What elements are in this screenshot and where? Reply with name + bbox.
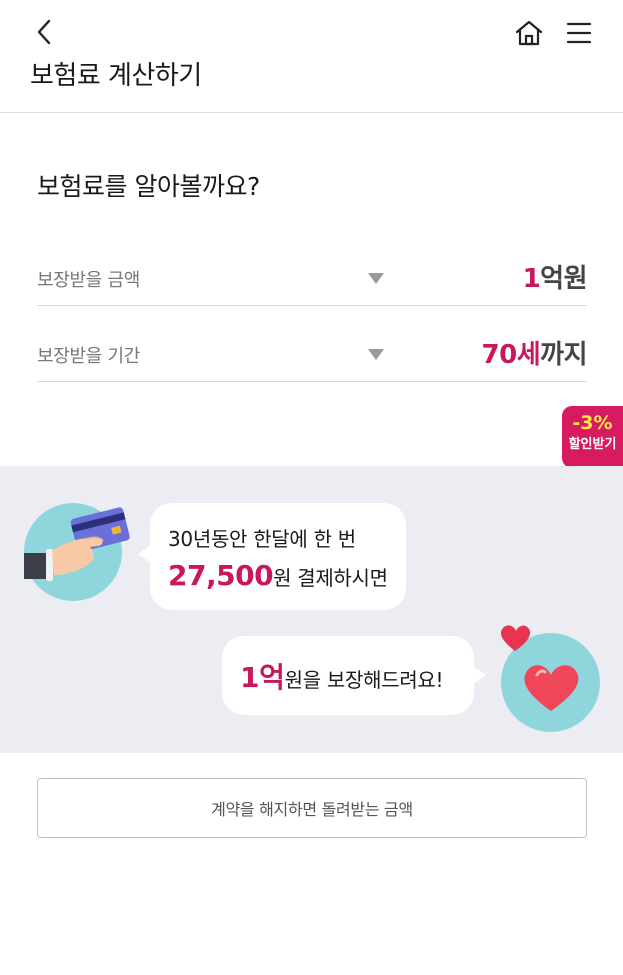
menu-button[interactable]: [564, 16, 594, 50]
coverage-period-select[interactable]: 보장받을 기간 70세까지: [37, 324, 587, 382]
app-header: 보험료 계산하기: [0, 0, 623, 113]
coverage-bubble: 1억원을 보장해드려요!: [222, 636, 486, 715]
page-title: 보험료 계산하기: [30, 61, 202, 91]
hearts-icon: [500, 625, 579, 711]
card-payment-illustration: [24, 503, 130, 601]
calculator-question: 보험료를 알아볼까요?: [37, 172, 260, 201]
monthly-payment-bubble: 30년동안 한달에 한 번 27,500원 결제하시면: [138, 503, 406, 610]
dropdown-arrow-icon: [368, 273, 384, 284]
coverage-text: 1억원을 보장해드려요!: [240, 656, 444, 696]
premium-summary-banner: 30년동안 한달에 한 번 27,500원 결제하시면 1억원을 보장해드려요!: [0, 466, 623, 753]
discount-percent: -3%: [572, 412, 613, 434]
dropdown-arrow-icon: [368, 349, 384, 360]
payment-amount-text: 27,500원 결제하시면: [168, 559, 388, 592]
payment-amount-suffix: 원 결제하시면: [273, 566, 388, 590]
coverage-amount-unit: 억원: [540, 264, 587, 294]
home-button[interactable]: [512, 16, 546, 50]
coverage-suffix: 원을 보장해드려요!: [284, 668, 444, 692]
refund-amount-button[interactable]: 계약을 해지하면 돌려받는 금액: [37, 778, 587, 838]
hand-holding-card-icon: [24, 507, 130, 581]
chevron-left-icon: [37, 19, 51, 45]
hamburger-menu-icon: [566, 22, 592, 44]
home-icon: [515, 20, 543, 46]
discount-tab[interactable]: -3% 할인받기: [562, 406, 623, 468]
coverage-amount-select[interactable]: 보장받을 금액 1억원: [37, 248, 587, 306]
coverage-period-unit: 까지: [540, 340, 587, 370]
back-button[interactable]: [28, 16, 60, 48]
coverage-amount-number: 1: [522, 264, 541, 294]
hearts-illustration: [500, 625, 600, 732]
coverage-period-label: 보장받을 기간: [37, 346, 140, 367]
coverage-period-value: 70세까지: [481, 334, 588, 371]
coverage-amount-label: 보장받을 금액: [37, 270, 140, 291]
payment-period-text: 30년동안 한달에 한 번: [168, 527, 356, 551]
monthly-premium-amount: 27,500: [168, 559, 274, 592]
coverage-period-number: 70세: [481, 340, 541, 370]
coverage-amount-value: 1억원: [522, 258, 588, 295]
coverage-amount-highlight: 1억: [240, 661, 285, 694]
discount-label: 할인받기: [568, 437, 617, 452]
